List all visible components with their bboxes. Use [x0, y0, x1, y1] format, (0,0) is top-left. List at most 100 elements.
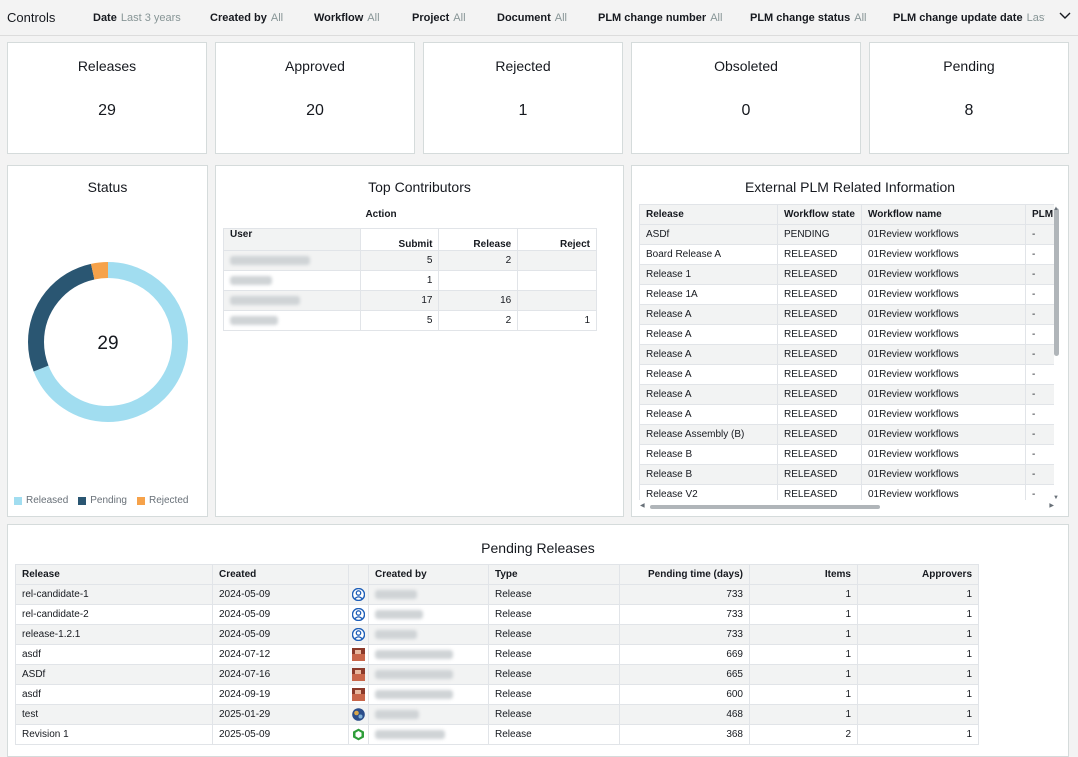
filter-document[interactable]: Document All	[497, 12, 567, 24]
filter-plm-change-status[interactable]: PLM change status All	[750, 12, 866, 24]
table-row[interactable]: Release 1 RELEASED 01Review workflows -	[639, 264, 1054, 285]
table-row[interactable]: release-1.2.1 2024-05-09 Release 733 1 1	[15, 624, 979, 645]
kpi-title: Approved	[285, 58, 345, 74]
table-row[interactable]: 17 16	[223, 290, 597, 311]
kpi-obsoleted: Obsoleted 0	[631, 42, 861, 154]
table-row[interactable]: test 2025-01-29 Release 468 1 1	[15, 704, 979, 725]
table-row[interactable]: Revision 1 2025-05-09 Release 368 2 1	[15, 724, 979, 745]
vertical-scrollbar[interactable]	[1054, 208, 1059, 356]
status-card: Status 29 Released Pending Rejected	[7, 165, 208, 517]
scroll-right-icon[interactable]: ▶	[1049, 502, 1054, 509]
avatar	[352, 708, 365, 721]
scroll-left-icon[interactable]: ◀	[640, 502, 645, 509]
table-row[interactable]: asdf 2024-09-19 Release 600 1 1	[15, 684, 979, 705]
status-legend: Released Pending Rejected	[14, 495, 188, 506]
table-row[interactable]: Release B RELEASED 01Review workflows -	[639, 444, 1054, 465]
table-row[interactable]: Release A RELEASED 01Review workflows -	[639, 384, 1054, 405]
column-header-approvers[interactable]: Approvers	[857, 564, 979, 585]
column-header-release[interactable]: Release	[15, 564, 213, 585]
scroll-down-icon[interactable]: ▼	[1053, 495, 1059, 501]
external-plm-card: External PLM Related Information Release…	[631, 165, 1069, 517]
kpi-approved: Approved 20	[215, 42, 415, 154]
redacted-user-name	[375, 609, 423, 619]
horizontal-scrollbar[interactable]	[650, 505, 880, 509]
kpi-releases: Releases 29	[7, 42, 207, 154]
table-row[interactable]: ASDf PENDING 01Review workflows -	[639, 224, 1054, 245]
table-row[interactable]: rel-candidate-2 2024-05-09 Release 733 1 1	[15, 604, 979, 625]
filter-plm-change-update-date[interactable]: PLM change update dateLast	[893, 12, 1045, 24]
contributors-table: User Submit Release Reject 5 2 1 17 16 5…	[223, 228, 597, 331]
redacted-user-name	[375, 729, 445, 739]
avatar	[352, 648, 365, 661]
column-header-type[interactable]: Type	[488, 564, 620, 585]
table-row[interactable]: Release A RELEASED 01Review workflows -	[639, 344, 1054, 365]
kpi-title: Rejected	[495, 58, 551, 74]
legend-released[interactable]: Released	[14, 495, 68, 506]
pending-releases-table: Release Created Created by Type Pending …	[15, 564, 979, 745]
column-header-submit[interactable]: Submit	[359, 228, 440, 251]
table-row[interactable]: 1	[223, 270, 597, 291]
table-row[interactable]: Release B RELEASED 01Review workflows -	[639, 464, 1054, 485]
table-row[interactable]: Release A RELEASED 01Review workflows -	[639, 404, 1054, 425]
table-row[interactable]: Release A RELEASED 01Review workflows -	[639, 324, 1054, 345]
redacted-user-name	[375, 649, 453, 659]
column-header-items[interactable]: Items	[749, 564, 858, 585]
filter-plm-change-number[interactable]: PLM change number All	[598, 12, 722, 24]
kpi-value: 29	[98, 102, 116, 119]
filter-workflow[interactable]: Workflow All	[314, 12, 380, 24]
redacted-user-name	[230, 315, 278, 325]
controls-title: Controls	[7, 10, 56, 25]
column-header-release[interactable]: Release	[639, 204, 778, 225]
table-row[interactable]: Board Release A RELEASED 01Review workflow…	[639, 244, 1054, 265]
legend-pending[interactable]: Pending	[78, 495, 127, 506]
kpi-value: 20	[306, 102, 324, 119]
chevron-down-icon[interactable]	[1058, 9, 1072, 23]
column-header-workflow-state[interactable]: Workflow state	[777, 204, 862, 225]
table-row[interactable]: Release A RELEASED 01Review workflows -	[639, 304, 1054, 325]
pending-releases-card: Pending Releases Release Created Created…	[7, 524, 1069, 757]
kpi-title: Obsoleted	[714, 58, 778, 74]
avatar	[352, 668, 365, 681]
column-header-release[interactable]: Release	[438, 228, 519, 251]
column-header-created-by[interactable]: Created by	[368, 564, 489, 585]
external-plm-table-viewport[interactable]: Release Workflow state Workflow name PLM…	[639, 204, 1054, 500]
table-row[interactable]: 5 2 1	[223, 310, 597, 331]
table-row[interactable]: Release 1A RELEASED 01Review workflows -	[639, 284, 1054, 305]
table-row[interactable]: Release Assembly (B) RELEASED 01Review wor…	[639, 424, 1054, 445]
avatar	[352, 728, 365, 741]
filter-created-by[interactable]: Created by All	[210, 12, 283, 24]
table-row[interactable]: 5 2	[223, 250, 597, 271]
table-row[interactable]: ASDf 2024-07-16 Release 665 1 1	[15, 664, 979, 685]
redacted-user-name	[230, 275, 272, 285]
column-header-reject[interactable]: Reject	[517, 228, 597, 251]
table-row[interactable]: Release V2 RELEASED 01Review workflows -	[639, 484, 1054, 500]
kpi-title: Releases	[77, 58, 137, 74]
redacted-user-name	[375, 709, 419, 719]
status-donut: 29	[28, 262, 188, 422]
external-plm-table: Release Workflow state Workflow name PLM…	[639, 204, 1054, 500]
scroll-up-icon[interactable]: ▲	[1053, 206, 1059, 212]
table-row[interactable]: asdf 2024-07-12 Release 669 1 1	[15, 644, 979, 665]
status-title: Status	[87, 179, 128, 195]
table-row[interactable]: Release A RELEASED 01Review workflows -	[639, 364, 1054, 385]
redacted-user-name	[375, 689, 453, 699]
pending-releases-title: Pending Releases	[481, 540, 595, 556]
redacted-user-name	[375, 629, 417, 639]
column-header-pending-time[interactable]: Pending time (days)	[619, 564, 750, 585]
filter-date[interactable]: Date Last 3 years	[93, 12, 181, 24]
column-header-user[interactable]: User	[223, 228, 361, 251]
column-header-created[interactable]: Created	[212, 564, 349, 585]
table-row[interactable]: rel-candidate-1 2024-05-09 Release 733 1 1	[15, 584, 979, 605]
redacted-user-name	[375, 589, 417, 599]
redacted-user-name	[230, 295, 300, 305]
legend-rejected[interactable]: Rejected	[136, 495, 188, 506]
avatar	[352, 688, 365, 701]
kpi-title: Pending	[943, 58, 995, 74]
filter-project[interactable]: Project All	[412, 12, 466, 24]
action-group-header: Action	[365, 209, 397, 220]
legend-swatch	[78, 496, 87, 505]
column-header-workflow-name[interactable]: Workflow name	[861, 204, 1026, 225]
kpi-value: 1	[518, 102, 528, 119]
column-header-plm-change[interactable]: PLM c	[1025, 204, 1054, 225]
redacted-user-name	[375, 669, 453, 679]
